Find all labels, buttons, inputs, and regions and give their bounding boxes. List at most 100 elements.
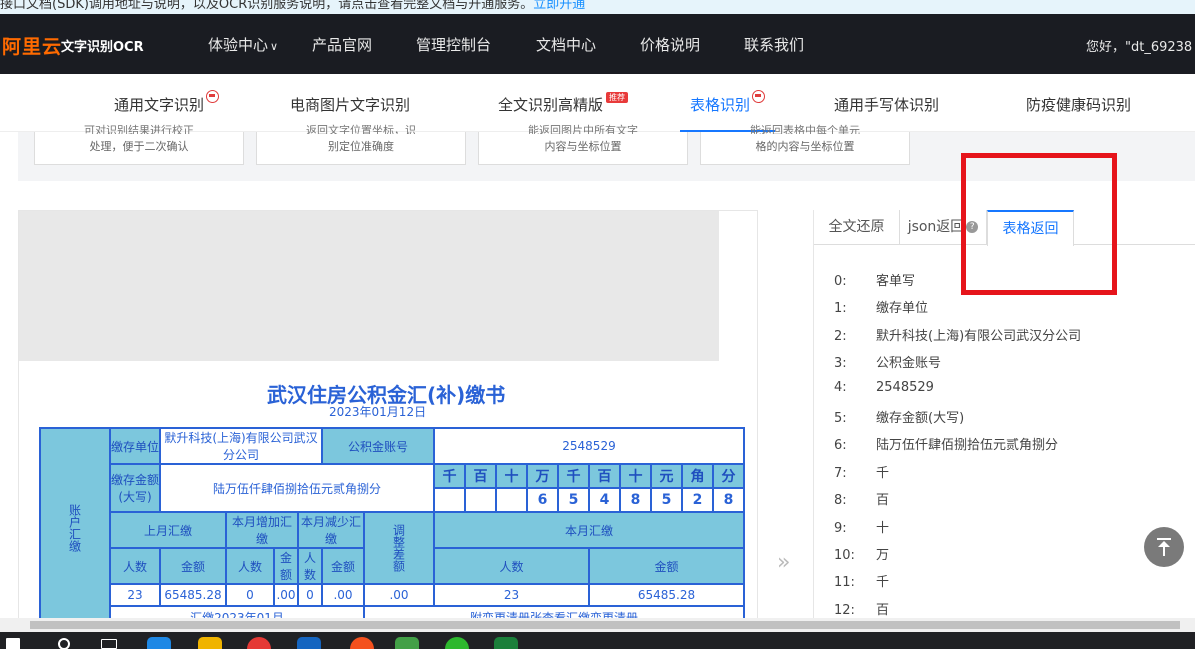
value-cell: 23 bbox=[109, 583, 161, 607]
tab-table-ocr[interactable]: 表格识别 bbox=[690, 90, 766, 115]
tab-label: json返回 bbox=[907, 219, 965, 235]
nav-pricing[interactable]: 价格说明 bbox=[640, 34, 700, 55]
account-label-cell: 公积金账号 bbox=[321, 427, 435, 465]
tab-ecommerce-ocr[interactable]: 电商图片文字识别 bbox=[290, 94, 410, 115]
value-cell: 0 bbox=[225, 583, 275, 607]
feature-card: 能返回图片中所有文字 内容与坐标位置 bbox=[478, 124, 688, 165]
row-index: 6: bbox=[834, 438, 847, 454]
row-index: 4: bbox=[834, 379, 847, 395]
chevron-down-icon: ∨ bbox=[270, 40, 279, 53]
list-item: 5: 缴存金额(大写) bbox=[834, 407, 1081, 434]
windows-start-icon[interactable] bbox=[6, 638, 20, 649]
amount-header: 金额 bbox=[159, 547, 227, 585]
list-item: 7: 千 bbox=[834, 462, 1081, 489]
horizontal-scrollbar[interactable] bbox=[0, 618, 1195, 632]
digit-cell bbox=[433, 487, 466, 513]
digit-cell: 8 bbox=[712, 487, 745, 513]
adjust-header: 调整差额 bbox=[363, 511, 435, 585]
list-item: 2: 默升科技(上海)有限公司武汉分公司 bbox=[834, 325, 1081, 352]
row-text: 缴存单位 bbox=[876, 301, 929, 317]
excel-icon[interactable] bbox=[494, 637, 518, 649]
this-month-header: 本月汇缴 bbox=[433, 511, 745, 549]
value-cell: 65485.28 bbox=[588, 583, 745, 607]
people-header: 人数 bbox=[433, 547, 590, 585]
last-month-header: 上月汇缴 bbox=[109, 511, 227, 549]
people-header: 人数 bbox=[109, 547, 161, 585]
digit-cell: 2 bbox=[681, 487, 714, 513]
row-index: 11: bbox=[834, 575, 855, 591]
tab-fulltext-ocr[interactable]: 全文识别高精版 推荐 bbox=[498, 92, 629, 115]
nav-product-site[interactable]: 产品官网 bbox=[312, 34, 372, 55]
value-cell: 23 bbox=[433, 583, 590, 607]
amount-header: 金额 bbox=[588, 547, 745, 585]
user-greeting[interactable]: 您好，"dt_69238 bbox=[1086, 36, 1192, 55]
nav-console[interactable]: 管理控制台 bbox=[416, 34, 491, 55]
double-chevron-right-icon[interactable]: » bbox=[777, 550, 790, 575]
row-index: 12: bbox=[834, 602, 855, 618]
scrollbar-thumb[interactable] bbox=[30, 621, 1180, 629]
list-item: 3: 公积金账号 bbox=[834, 352, 1081, 379]
row-index: 5: bbox=[834, 410, 847, 426]
row-text: 公积金账号 bbox=[876, 356, 942, 372]
nav-label: 体验中心 bbox=[208, 36, 269, 54]
row-text: 客单写 bbox=[876, 274, 916, 289]
recommend-badge: 推荐 bbox=[606, 92, 629, 103]
announcement-link[interactable]: 立即开通 bbox=[533, 0, 585, 12]
value-cell: .00 bbox=[273, 583, 299, 607]
list-item: 6: 陆万伍仟肆佰捌拾伍元贰角捌分 bbox=[834, 434, 1081, 461]
announcement-text: 接口文档(SDK)调用地址与说明，以及OCR识别服务说明，请点击查看完整文档与开… bbox=[0, 0, 585, 12]
digit-cell: 4 bbox=[588, 487, 621, 513]
arrow-up-icon bbox=[1157, 538, 1171, 540]
chrome-icon[interactable] bbox=[247, 637, 271, 649]
app-icon[interactable] bbox=[395, 637, 419, 649]
search-icon[interactable] bbox=[58, 638, 70, 649]
row-index: 2: bbox=[834, 328, 847, 344]
digit-header-cell: 十 bbox=[619, 463, 652, 489]
row-text: 千 bbox=[876, 465, 890, 481]
row-index: 7: bbox=[834, 465, 847, 481]
tab-general-ocr[interactable]: 通用文字识别 bbox=[114, 90, 220, 115]
row-text: 百 bbox=[876, 493, 890, 509]
people-header: 人数 bbox=[297, 547, 323, 585]
arrow-up-stem bbox=[1163, 543, 1165, 556]
feature-card: 能返回表格中每个单元 格的内容与坐标位置 bbox=[700, 124, 910, 165]
digit-cell: 6 bbox=[526, 487, 559, 513]
tab-health-code-ocr[interactable]: 防疫健康码识别 bbox=[1026, 94, 1131, 115]
digit-header-cell: 千 bbox=[557, 463, 590, 489]
feature-card: 返回文字位置坐标，识 别定位准确度 bbox=[256, 124, 466, 165]
app-icon[interactable] bbox=[297, 637, 321, 649]
task-view-icon[interactable] bbox=[101, 639, 117, 649]
tab-fulltext-restore[interactable]: 全文还原 bbox=[814, 210, 900, 245]
row-text: 百 bbox=[876, 602, 890, 618]
document-date: 2023年01月12日 bbox=[329, 405, 427, 419]
result-list: 0: 客单写 1: 缴存单位 2: 默升科技(上海)有限公司武汉分公司 3: 公积金账号… bbox=[834, 270, 1081, 626]
feature-line-1: 可对识别结果进行校正 bbox=[84, 124, 194, 134]
feature-line-1: 能返回表格中每个单元 bbox=[750, 124, 860, 134]
list-item: 10: 万 bbox=[834, 544, 1081, 571]
hot-icon bbox=[752, 90, 766, 103]
list-item: 1: 缴存单位 bbox=[834, 297, 1081, 324]
tab-label: 全文识别高精版 bbox=[498, 96, 604, 114]
edge-browser-icon[interactable] bbox=[147, 637, 171, 649]
tab-label: 通用文字识别 bbox=[114, 96, 205, 114]
digit-header-cell: 元 bbox=[650, 463, 683, 489]
row-index: 1: bbox=[834, 301, 847, 317]
tab-handwriting-ocr[interactable]: 通用手写体识别 bbox=[834, 94, 939, 115]
row-index: 9: bbox=[834, 520, 847, 536]
amount-header: 金额 bbox=[321, 547, 365, 585]
digit-header-cell: 百 bbox=[464, 463, 497, 489]
aliyun-logo[interactable]: 阿里云 bbox=[2, 32, 62, 59]
wechat-icon[interactable] bbox=[445, 637, 469, 649]
product-name[interactable]: 文字识别OCR bbox=[61, 36, 144, 55]
nav-docs[interactable]: 文档中心 bbox=[536, 34, 596, 55]
highlight-annotation-box bbox=[961, 153, 1117, 295]
row-text: 十 bbox=[876, 520, 890, 536]
file-explorer-icon[interactable] bbox=[198, 637, 222, 649]
feature-line-1: 返回文字位置坐标，识 bbox=[306, 124, 416, 134]
app-icon[interactable] bbox=[350, 637, 374, 649]
row-text: 陆万伍仟肆佰捌拾伍元贰角捌分 bbox=[876, 438, 1059, 454]
nav-experience-center[interactable]: 体验中心 ∨ bbox=[208, 34, 278, 55]
back-to-top-button[interactable] bbox=[1144, 527, 1184, 567]
nav-contact[interactable]: 联系我们 bbox=[744, 34, 804, 55]
digit-header-cell: 百 bbox=[588, 463, 621, 489]
